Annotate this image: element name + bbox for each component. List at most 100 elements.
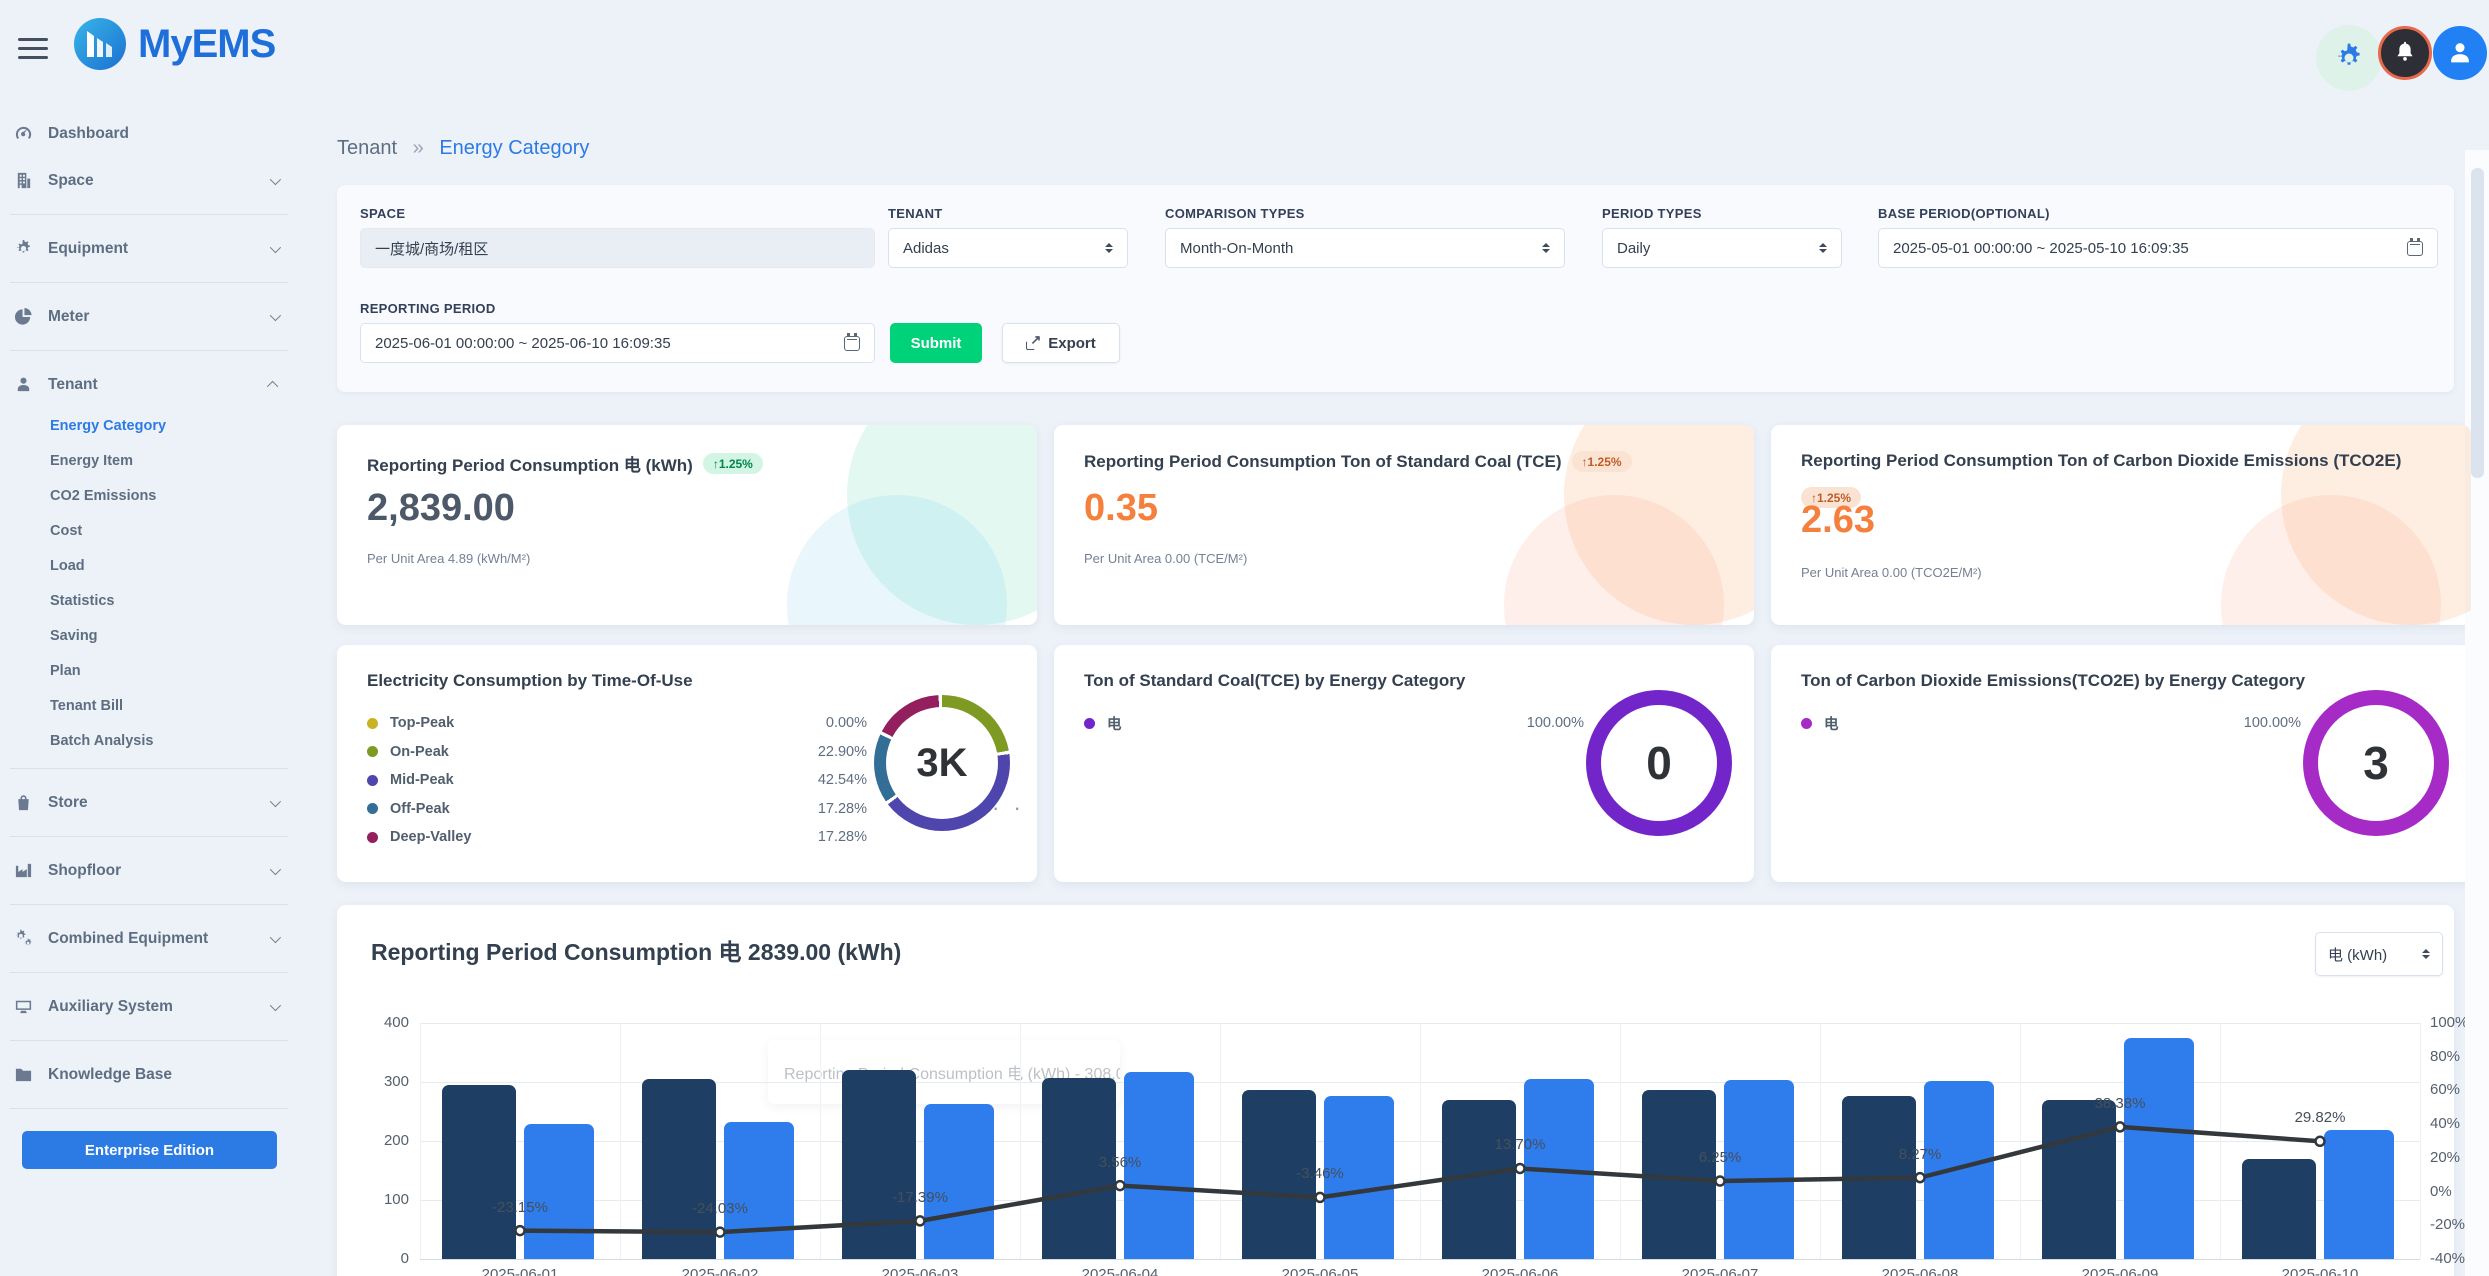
line-point-marker[interactable] xyxy=(2316,1137,2325,1146)
legend-item[interactable]: Top-Peak xyxy=(367,709,471,738)
legend-percent: 100.00% xyxy=(2121,709,2301,738)
legend-item[interactable]: Mid-Peak xyxy=(367,766,471,795)
sidebar-divider xyxy=(10,904,288,905)
sidebar-divider xyxy=(10,282,288,283)
legend-label: Off-Peak xyxy=(390,801,450,817)
sidebar-item-space[interactable]: Space xyxy=(0,157,300,204)
sidebar-item-knowledge-base[interactable]: Knowledge Base xyxy=(0,1051,300,1098)
breadcrumb-parent[interactable]: Tenant xyxy=(337,137,397,159)
line-point-marker[interactable] xyxy=(516,1226,525,1235)
line-point-marker[interactable] xyxy=(2116,1122,2125,1131)
donut-legend-percents: 100.00% xyxy=(1404,709,1584,738)
sidebar-item-cost[interactable]: Cost xyxy=(0,513,300,548)
donut-chart[interactable]: 3K xyxy=(874,695,1010,831)
line-point-marker[interactable] xyxy=(1116,1181,1125,1190)
sidebar-item-label: Shopfloor xyxy=(48,862,121,880)
sidebar-item-store[interactable]: Store xyxy=(0,779,300,826)
reporting-period-daterange-input[interactable]: 2025-06-01 00:00:00 ~ 2025-06-10 16:09:3… xyxy=(360,323,875,363)
period-types-label: PERIOD TYPES xyxy=(1602,206,1702,221)
sidebar-item-load[interactable]: Load xyxy=(0,548,300,583)
export-button[interactable]: ↗ Export xyxy=(1002,323,1120,363)
stat-card-title: Reporting Period Consumption Ton of Stan… xyxy=(1084,452,1562,472)
notifications-button[interactable] xyxy=(2378,26,2432,80)
space-input[interactable]: 一度城/商场/租区 xyxy=(360,228,875,268)
sidebar-item-energy-category[interactable]: Energy Category xyxy=(0,408,300,443)
sidebar-item-plan[interactable]: Plan xyxy=(0,653,300,688)
line-point-marker[interactable] xyxy=(1916,1173,1925,1182)
sidebar-item-label: Knowledge Base xyxy=(48,1066,172,1084)
line-point-marker[interactable] xyxy=(716,1228,725,1237)
line-point-label: -24.03% xyxy=(650,1200,790,1217)
gear-icon xyxy=(2333,42,2365,74)
base-period-label: BASE PERIOD(OPTIONAL) xyxy=(1878,206,2050,221)
sidebar-item-label: Space xyxy=(48,172,94,190)
scrollbar-thumb[interactable] xyxy=(2471,168,2484,478)
sidebar-item-dashboard[interactable]: Dashboard xyxy=(0,110,300,157)
donut-legend-percents: 0.00%22.90%42.54%17.28%17.28% xyxy=(687,709,867,852)
legend-item[interactable]: Deep-Valley xyxy=(367,823,471,852)
legend-item[interactable]: 电 xyxy=(1084,709,1122,738)
line-point-label: -17.39% xyxy=(850,1189,990,1206)
donut-card-title: Ton of Carbon Dioxide Emissions(TCO2E) b… xyxy=(1801,671,2305,691)
period-types-select[interactable]: Daily xyxy=(1602,228,1842,268)
line-point-marker[interactable] xyxy=(1316,1193,1325,1202)
legend-dot-icon xyxy=(367,746,378,757)
sidebar: DashboardSpaceEquipmentMeterTenantEnergy… xyxy=(0,90,300,1169)
store-icon xyxy=(10,792,36,814)
settings-button[interactable] xyxy=(2316,25,2382,91)
enterprise-edition-button[interactable]: Enterprise Edition xyxy=(22,1131,277,1169)
energy-unit-select[interactable]: 电 (kWh) xyxy=(2315,932,2443,976)
comparison-types-select[interactable]: Month-On-Month xyxy=(1165,228,1565,268)
legend-dot-icon xyxy=(367,775,378,786)
trend-badge: ↑1.25% xyxy=(1572,451,1632,472)
myems-logo[interactable]: MyEMS xyxy=(72,16,275,72)
submit-button[interactable]: Submit xyxy=(890,323,982,363)
hamburger-menu-icon[interactable] xyxy=(18,38,48,65)
legend-dot-icon xyxy=(367,803,378,814)
stat-card-header: Reporting Period Consumption 电 (kWh)↑1.2… xyxy=(367,451,997,476)
sidebar-divider xyxy=(10,350,288,351)
sidebar-item-co2-emissions[interactable]: CO2 Emissions xyxy=(0,478,300,513)
sidebar-item-auxiliary-system[interactable]: Auxiliary System xyxy=(0,983,300,1030)
trend-badge: ↑1.25% xyxy=(703,453,763,474)
donut-chart[interactable]: 0 xyxy=(1586,690,1732,836)
scrollbar-track[interactable] xyxy=(2465,150,2489,1276)
stat-card-value: 2,839.00 xyxy=(367,487,515,530)
stat-card-value: 2.63 xyxy=(1801,499,1875,542)
donut-overflow-dots: · · xyxy=(992,795,1025,821)
sidebar-item-meter[interactable]: Meter xyxy=(0,293,300,340)
line-point-marker[interactable] xyxy=(1716,1177,1725,1186)
legend-item[interactable]: On-Peak xyxy=(367,738,471,767)
sidebar-item-label: Store xyxy=(48,794,88,812)
breadcrumb-current[interactable]: Energy Category xyxy=(439,137,589,159)
donut-chart[interactable]: 3 xyxy=(2303,690,2449,836)
legend-label: Top-Peak xyxy=(390,715,454,731)
base-period-daterange-input[interactable]: 2025-05-01 00:00:00 ~ 2025-05-10 16:09:3… xyxy=(1878,228,2438,268)
legend-dot-icon xyxy=(367,832,378,843)
chart-title: Reporting Period Consumption 电 2839.00 (… xyxy=(371,933,901,967)
sidebar-item-energy-item[interactable]: Energy Item xyxy=(0,443,300,478)
sidebar-item-batch-analysis[interactable]: Batch Analysis xyxy=(0,723,300,758)
chevron-down-icon xyxy=(270,241,281,252)
sidebar-item-statistics[interactable]: Statistics xyxy=(0,583,300,618)
sidebar-item-tenant[interactable]: Tenant xyxy=(0,361,300,408)
stat-card-header: Reporting Period Consumption Ton of Carb… xyxy=(1801,451,2431,508)
tenant-select[interactable]: Adidas xyxy=(888,228,1128,268)
legend-percent: 0.00% xyxy=(687,709,867,738)
user-profile-button[interactable] xyxy=(2433,26,2487,80)
sidebar-item-combined-equipment[interactable]: Combined Equipment xyxy=(0,915,300,962)
sidebar-item-tenant-bill[interactable]: Tenant Bill xyxy=(0,688,300,723)
tenant-label: TENANT xyxy=(888,206,943,221)
sidebar-item-shopfloor[interactable]: Shopfloor xyxy=(0,847,300,894)
line-point-marker[interactable] xyxy=(916,1216,925,1225)
sidebar-item-equipment[interactable]: Equipment xyxy=(0,225,300,272)
calendar-icon xyxy=(2407,241,2423,256)
select-arrows-icon xyxy=(1532,243,1550,254)
legend-item[interactable]: Off-Peak xyxy=(367,795,471,824)
sidebar-item-saving[interactable]: Saving xyxy=(0,618,300,653)
line-point-marker[interactable] xyxy=(1516,1164,1525,1173)
legend-item[interactable]: 电 xyxy=(1801,709,1839,738)
donut-card-ton-of-standard-coal-tce-by-energy-category: Ton of Standard Coal(TCE) by Energy Cate… xyxy=(1054,645,1754,882)
legend-percent: 22.90% xyxy=(687,738,867,767)
sidebar-item-label: Combined Equipment xyxy=(48,930,208,948)
